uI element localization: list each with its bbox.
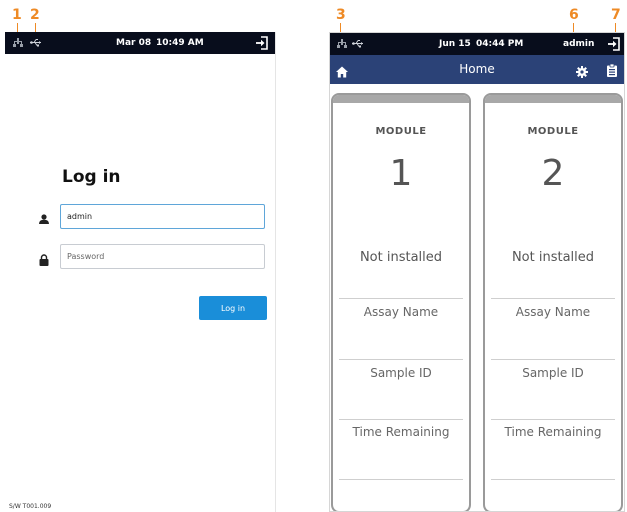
status-user: admin (563, 39, 595, 49)
divider (491, 359, 615, 360)
logout-icon[interactable] (607, 36, 621, 51)
time-remaining: Time Remaining (352, 425, 450, 439)
password-field[interactable] (60, 244, 265, 269)
assay-name: Assay Name (363, 305, 439, 319)
callout-1: 1 (12, 7, 22, 23)
sample-id: Sample ID (370, 366, 432, 380)
divider (339, 479, 463, 480)
nav-bar: Home (330, 55, 624, 84)
callout-6: 6 (569, 7, 579, 23)
callout-3: 3 (336, 7, 346, 23)
username-field[interactable] (60, 204, 265, 229)
status-date: Mar 08 (116, 38, 152, 48)
time-remaining: Time Remaining (504, 425, 602, 439)
module-card-1[interactable]: MODULE 1 Not installed Assay Name Sample… (331, 93, 471, 511)
status-bar: Mar 08 10:49 AM (5, 32, 275, 54)
network-icon (13, 38, 23, 50)
module-number: 1 (389, 153, 413, 194)
module-label: MODULE (527, 126, 579, 137)
module-label: MODULE (375, 126, 427, 137)
status-time: 10:49 AM (156, 38, 204, 48)
module-status: Not installed (511, 250, 595, 265)
assay-name: Assay Name (515, 305, 591, 319)
status-bar: Jun 15 04:44 PM admin (330, 33, 624, 55)
usb-icon (352, 39, 364, 51)
module-number: 2 (541, 153, 565, 194)
clipboard-icon[interactable] (607, 62, 617, 77)
usb-icon (30, 38, 42, 50)
callout-7: 7 (611, 7, 621, 23)
logout-icon[interactable] (255, 35, 269, 50)
callout-2: 2 (30, 7, 40, 23)
divider (491, 479, 615, 480)
module-card-2[interactable]: MODULE 2 Not installed Assay Name Sample… (483, 93, 623, 511)
status-time: 04:44 PM (476, 39, 524, 49)
divider (339, 298, 463, 299)
divider (491, 298, 615, 299)
network-icon (337, 39, 347, 51)
software-version: S/W T001.009 (9, 503, 52, 510)
divider (339, 359, 463, 360)
gear-icon[interactable] (576, 63, 588, 78)
card-header-bar (485, 95, 621, 103)
card-header-bar (333, 95, 469, 103)
login-title: Log in (62, 167, 121, 187)
login-button[interactable]: Log in (199, 296, 267, 320)
lock-icon (39, 251, 49, 266)
module-status: Not installed (359, 250, 443, 265)
status-date: Jun 15 (439, 39, 471, 49)
home-screen: Jun 15 04:44 PM admin Home MODULE 1 Not … (329, 32, 625, 512)
divider (339, 419, 463, 420)
divider (491, 419, 615, 420)
sample-id: Sample ID (522, 366, 584, 380)
user-icon (39, 209, 49, 224)
login-screen: Mar 08 10:49 AM Log in Log in S/W T001.0… (5, 32, 276, 512)
